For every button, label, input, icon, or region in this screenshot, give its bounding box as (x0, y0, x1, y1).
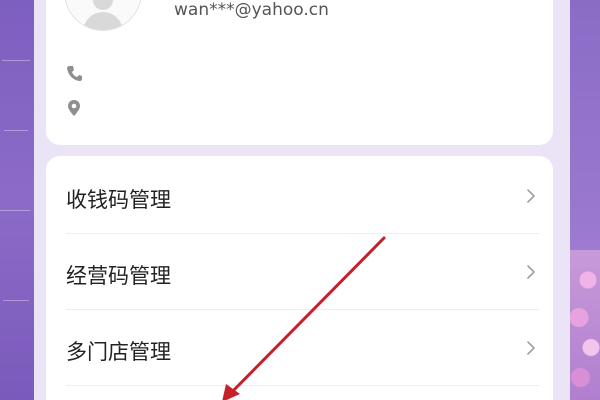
profile-card: wan***@yahoo.cn (46, 0, 553, 145)
menu-item-business-code[interactable]: 经营码管理 (46, 234, 553, 310)
right-background-strip (570, 0, 600, 400)
account-email: wan***@yahoo.cn (174, 0, 329, 20)
screenshot-stage: wan***@yahoo.cn 收钱码管理 经营码管理 多门店管理 (0, 0, 600, 400)
chevron-right-icon (527, 265, 535, 279)
flower-decoration (570, 250, 600, 400)
location-pin-icon (68, 100, 80, 116)
menu-card: 收钱码管理 经营码管理 多门店管理 (46, 156, 553, 400)
menu-item-payment-code[interactable]: 收钱码管理 (46, 158, 553, 234)
avatar[interactable] (64, 0, 142, 31)
phone-screen: wan***@yahoo.cn 收钱码管理 经营码管理 多门店管理 (34, 0, 570, 400)
menu-item-multi-store[interactable]: 多门店管理 (46, 310, 553, 386)
menu-item-label: 多门店管理 (66, 340, 171, 364)
divider (66, 385, 539, 386)
chevron-right-icon (527, 189, 535, 203)
left-background-strip (0, 0, 34, 400)
phone-icon (67, 66, 82, 81)
menu-item-label: 经营码管理 (66, 264, 171, 288)
menu-item-label: 收钱码管理 (66, 188, 171, 212)
chevron-right-icon (527, 341, 535, 355)
